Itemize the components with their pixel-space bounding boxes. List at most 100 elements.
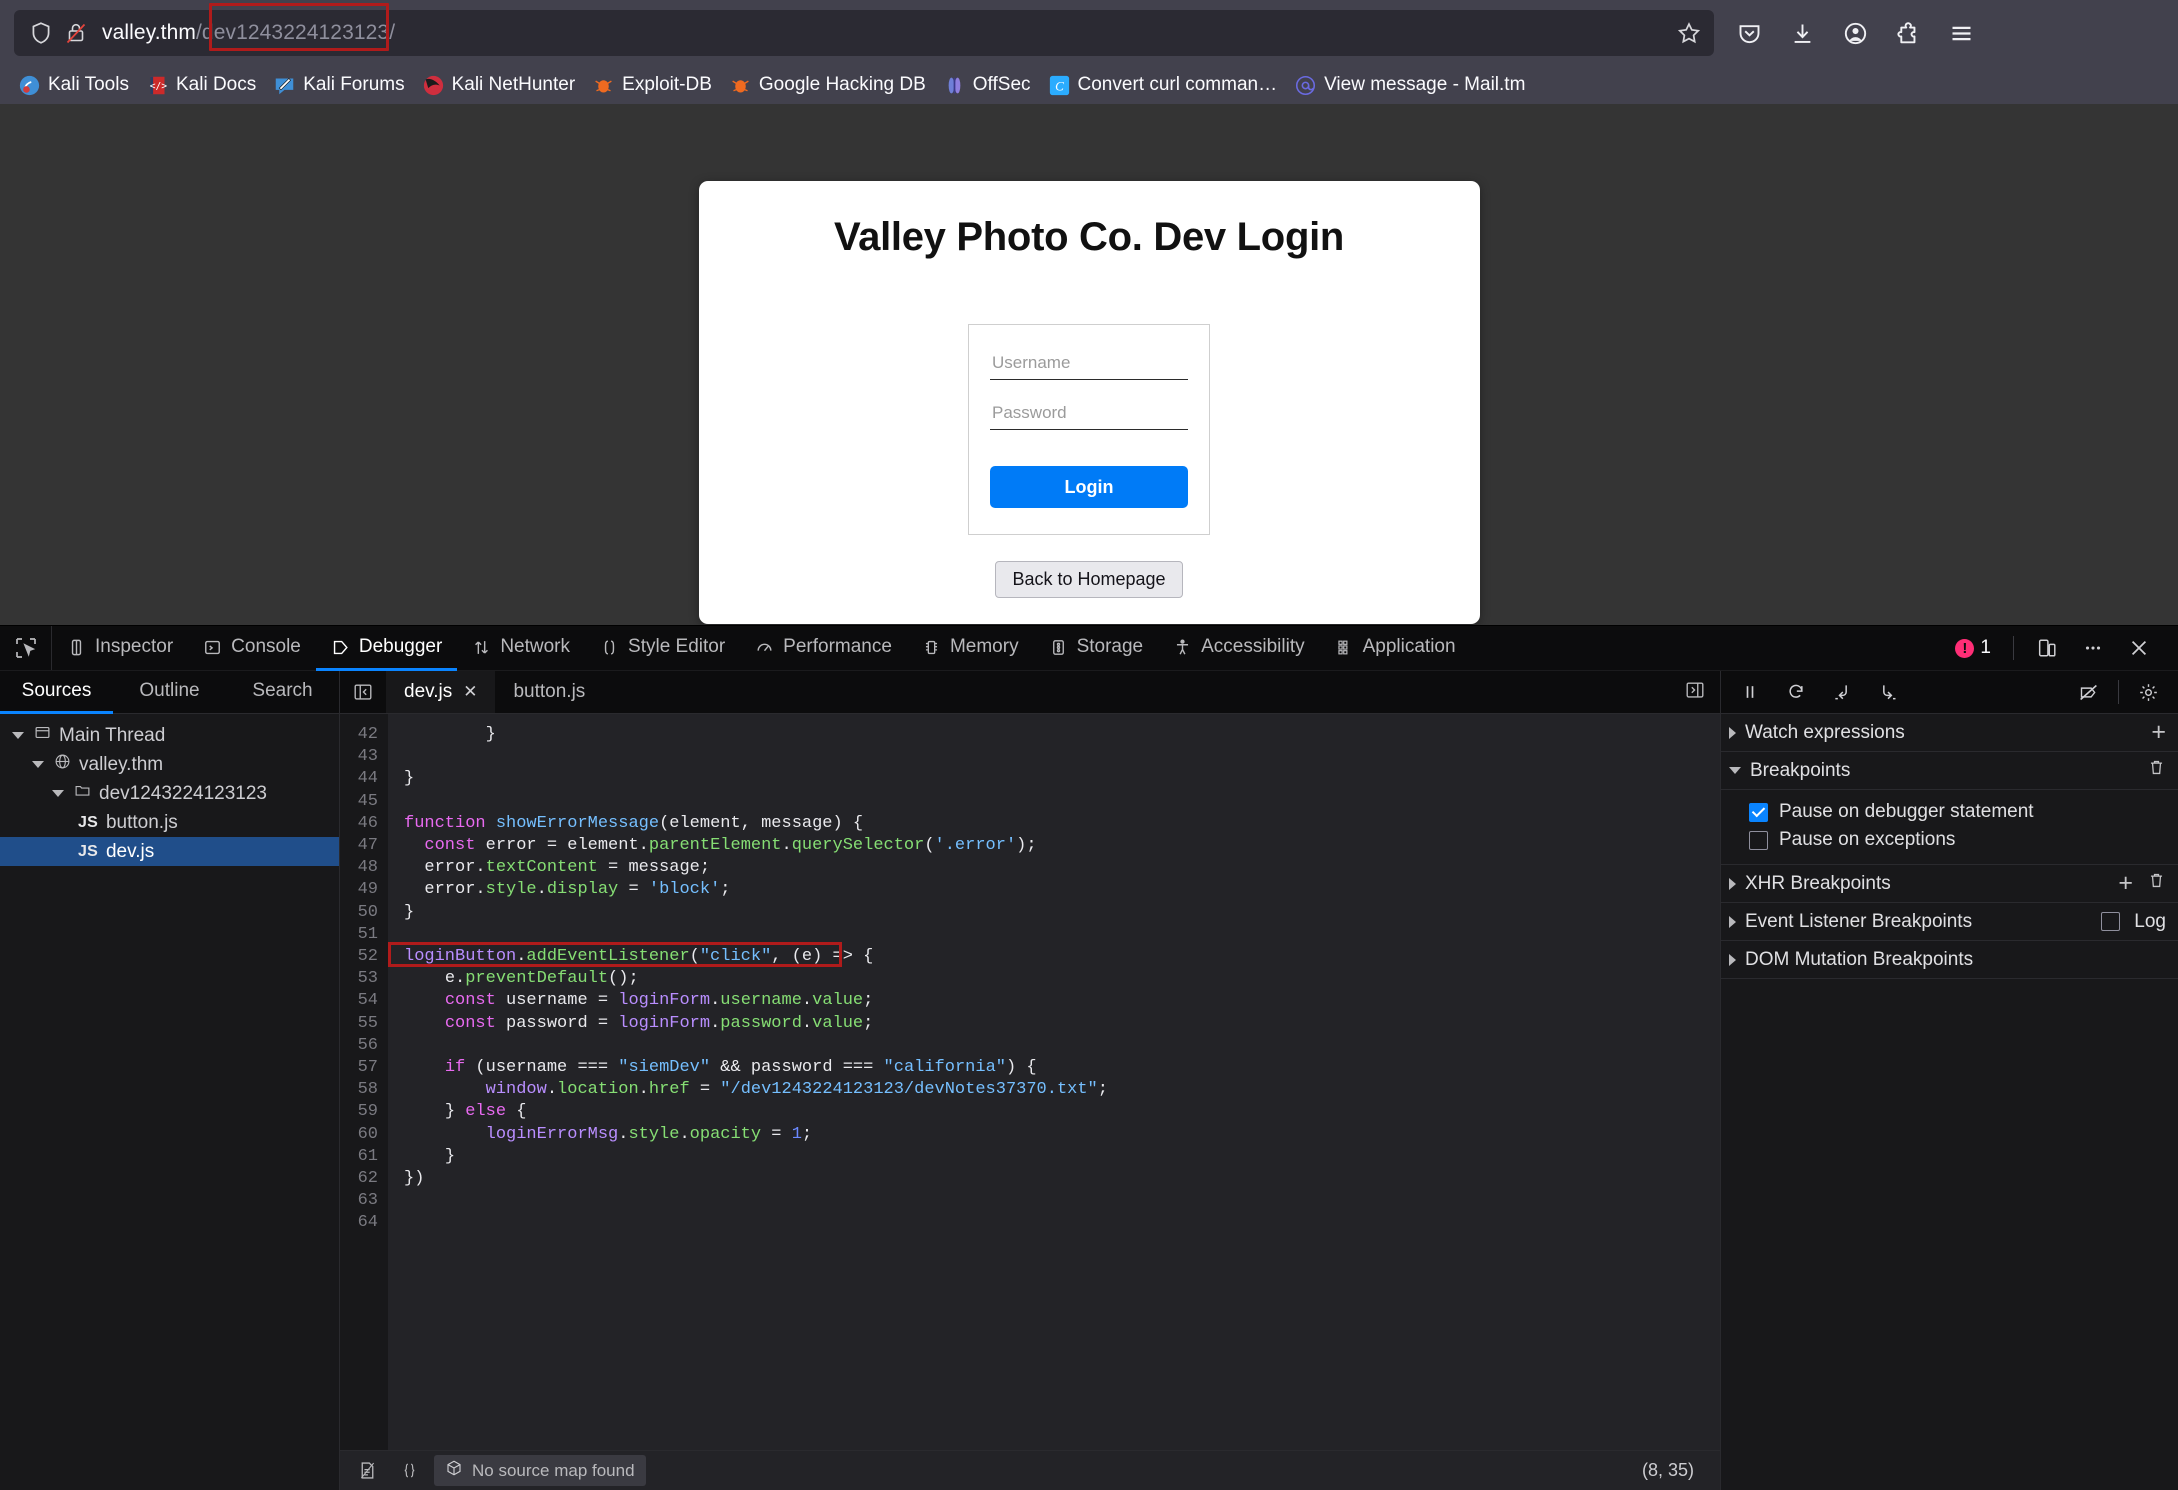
tab-debugger[interactable]: Debugger: [315, 626, 458, 671]
tab-application[interactable]: Application: [1320, 626, 1471, 671]
more-options-icon[interactable]: [2070, 637, 2116, 659]
responsive-design-mode-icon[interactable]: [2024, 637, 2070, 659]
twisty-right-icon: [1729, 726, 1736, 739]
log-checkbox[interactable]: [2101, 912, 2121, 931]
section-watch-expressions[interactable]: Watch expressions +: [1721, 714, 2178, 752]
url-text[interactable]: valley.thm/dev1243224123123/: [102, 21, 395, 45]
url-host: valley.thm: [102, 21, 196, 44]
log-label: Log: [2134, 910, 2166, 932]
delete-all-breakpoints-icon[interactable]: [2147, 758, 2166, 783]
show-debugger-sidebar-icon[interactable]: [1684, 679, 1706, 706]
checkbox-checked-icon[interactable]: [1749, 802, 1768, 822]
extensions-icon[interactable]: [1895, 20, 1922, 47]
hamburger-menu-icon[interactable]: [1948, 20, 1975, 47]
devtools-toolbar: Inspector Console Debugger Network Style…: [0, 626, 2178, 671]
package-icon: [445, 1459, 463, 1482]
insecure-connection-lock-icon[interactable]: [64, 20, 88, 46]
tab-accessibility[interactable]: Accessibility: [1158, 626, 1319, 671]
twisty-down-icon[interactable]: [50, 790, 66, 797]
devtools-panel: Inspector Console Debugger Network Style…: [0, 625, 2178, 1490]
bookmark-exploit-db[interactable]: Exploit-DB: [584, 71, 721, 99]
account-icon[interactable]: [1842, 20, 1869, 47]
network-icon: [472, 638, 491, 657]
close-icon[interactable]: ✕: [463, 682, 477, 702]
close-devtools-icon[interactable]: [2116, 637, 2162, 659]
element-picker-icon[interactable]: [0, 626, 52, 670]
storage-icon: [1049, 638, 1068, 657]
twisty-down-icon[interactable]: [30, 761, 46, 768]
bookmark-star-icon[interactable]: [1676, 20, 1702, 46]
delete-all-xhr-breakpoints-icon[interactable]: [2147, 871, 2166, 896]
deactivate-breakpoints-button[interactable]: [2065, 682, 2112, 703]
gear-icon[interactable]: [2125, 682, 2172, 703]
downloads-icon[interactable]: [1789, 20, 1816, 47]
tab-console[interactable]: Console: [188, 626, 316, 671]
bookmark-kali-tools[interactable]: Kali Tools: [10, 71, 138, 99]
tree-item-valley-thm[interactable]: valley.thm: [0, 750, 339, 779]
source-map-status[interactable]: No source map found: [434, 1455, 646, 1486]
tree-item-button-js[interactable]: JS button.js: [0, 808, 339, 837]
editor-status-bar: No source map found (8, 35): [340, 1450, 1720, 1490]
tab-memory[interactable]: Memory: [907, 626, 1034, 671]
bookmark-offsec[interactable]: OffSec: [935, 71, 1040, 99]
section-event-listener-breakpoints[interactable]: Event Listener Breakpoints Log: [1721, 903, 2178, 941]
step-in-button[interactable]: [1819, 682, 1865, 702]
pause-on-exceptions-row[interactable]: Pause on exceptions: [1721, 826, 2178, 854]
pause-on-debugger-statement-row[interactable]: Pause on debugger statement: [1721, 798, 2178, 826]
svg-text:C: C: [1055, 78, 1064, 93]
browser-action-icons: [1724, 20, 1981, 47]
tab-label: Style Editor: [628, 636, 726, 657]
tree-item-main-thread[interactable]: Main Thread: [0, 721, 339, 750]
pause-resume-button[interactable]: [1727, 682, 1773, 702]
section-breakpoints[interactable]: Breakpoints: [1721, 752, 2178, 790]
source-map-braces-icon[interactable]: [389, 1461, 430, 1480]
bookmark-convert-curl[interactable]: C Convert curl comman…: [1040, 71, 1287, 99]
add-watch-expression-icon[interactable]: +: [2151, 720, 2166, 745]
step-over-button[interactable]: [1773, 682, 1819, 702]
tree-item-dev1243224123123[interactable]: dev1243224123123: [0, 779, 339, 808]
option-label: Pause on debugger statement: [1779, 801, 2034, 822]
twisty-down-icon[interactable]: [10, 732, 26, 739]
username-input[interactable]: [990, 349, 1188, 380]
pocket-icon[interactable]: [1736, 20, 1763, 47]
pretty-print-icon[interactable]: [346, 1460, 389, 1481]
code-editor[interactable]: 42 43 44 45 46 47 48 49 50 51 52 53 54 5…: [340, 714, 1720, 1450]
bookmark-google-hacking-db[interactable]: Google Hacking DB: [721, 71, 935, 99]
step-out-button[interactable]: [1865, 682, 1911, 702]
tab-storage[interactable]: Storage: [1034, 626, 1159, 671]
editor-tab-dev-js[interactable]: dev.js ✕: [386, 671, 496, 713]
editor-tab-label: dev.js: [404, 681, 453, 702]
navigation-toolbar: valley.thm/dev1243224123123/: [0, 0, 2178, 66]
editor-tabbar-actions: [1670, 671, 1720, 713]
bookmark-mail-tm[interactable]: View message - Mail.tm: [1286, 71, 1534, 99]
back-to-homepage-button[interactable]: Back to Homepage: [995, 561, 1183, 598]
bookmark-kali-forums[interactable]: Kali Forums: [265, 71, 413, 99]
section-xhr-breakpoints[interactable]: XHR Breakpoints +: [1721, 865, 2178, 903]
tab-network[interactable]: Network: [457, 626, 585, 671]
tab-performance[interactable]: Performance: [740, 626, 907, 671]
bookmark-kali-nethunter[interactable]: Kali NetHunter: [414, 71, 585, 99]
password-input[interactable]: [990, 399, 1188, 430]
section-dom-mutation-breakpoints[interactable]: DOM Mutation Breakpoints: [1721, 941, 2178, 979]
bookmark-label: Kali Docs: [175, 74, 257, 95]
mail-tm-icon: [1295, 75, 1316, 96]
tab-sources[interactable]: Sources: [0, 671, 113, 714]
tab-search[interactable]: Search: [226, 671, 339, 714]
checkbox-unchecked-icon[interactable]: [1749, 830, 1768, 850]
tracking-protection-shield-icon[interactable]: [28, 20, 54, 46]
tab-outline[interactable]: Outline: [113, 671, 226, 714]
editor-tab-button-js[interactable]: button.js: [495, 671, 603, 713]
error-count-badge[interactable]: ! 1: [1943, 637, 2003, 659]
add-xhr-breakpoint-icon[interactable]: +: [2118, 871, 2133, 896]
tab-style-editor[interactable]: Style Editor: [585, 626, 740, 671]
line-number-gutter[interactable]: 42 43 44 45 46 47 48 49 50 51 52 53 54 5…: [340, 714, 388, 1450]
tree-item-dev-js[interactable]: JS dev.js: [0, 837, 339, 866]
tab-inspector[interactable]: Inspector: [52, 626, 188, 671]
code-content[interactable]: } } function showErrorMessage(element, m…: [388, 714, 1720, 1450]
login-button[interactable]: Login: [990, 466, 1188, 508]
toolbar-divider: [2013, 636, 2014, 660]
google-hacking-db-icon: [730, 75, 751, 96]
address-bar[interactable]: valley.thm/dev1243224123123/: [14, 3, 1714, 56]
toggle-sources-sidebar-icon[interactable]: [340, 671, 386, 713]
bookmark-kali-docs[interactable]: </> Kali Docs: [138, 71, 265, 99]
